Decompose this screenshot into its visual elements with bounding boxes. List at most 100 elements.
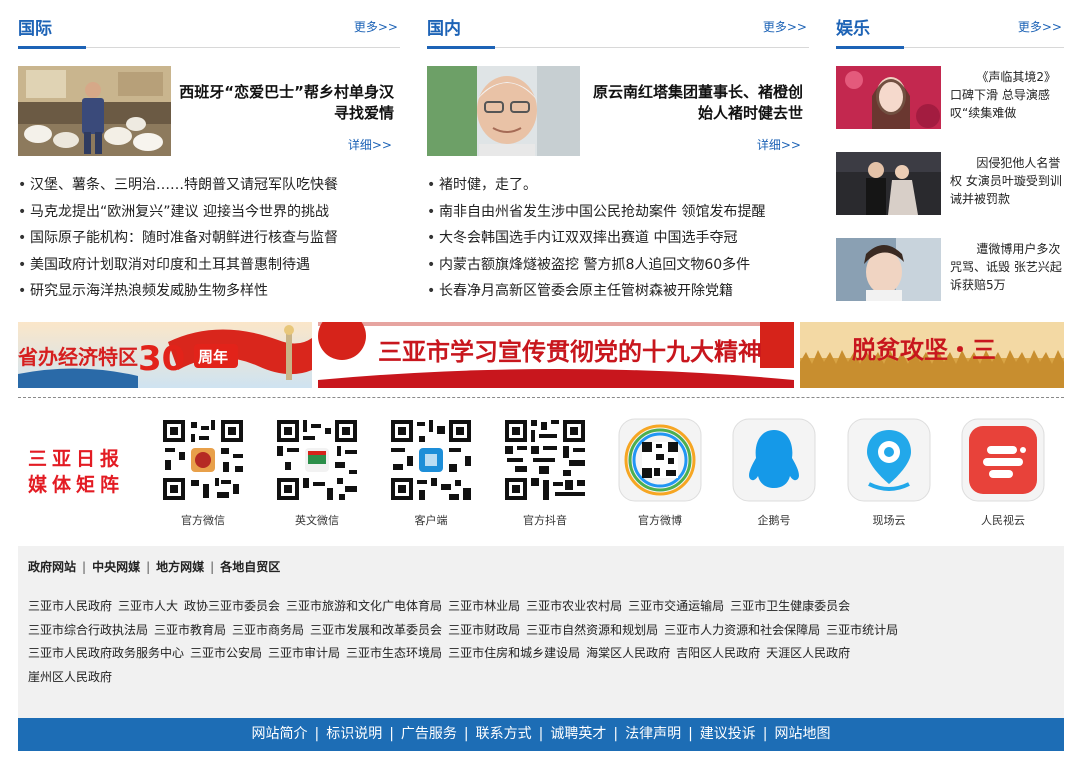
footer-link-feedback[interactable]: 建议投诉 <box>700 726 756 742</box>
banner-study-19th-congress[interactable]: 三亚市学习宣传贯彻党的十九大精神 <box>318 322 794 388</box>
list-item[interactable]: • 国际原子能机构：随时准备对朝鲜进行核查与监督 <box>18 225 400 252</box>
qr-code-icon <box>161 418 245 502</box>
media-item-weibo[interactable]: 官方微博 <box>617 418 703 528</box>
more-link[interactable]: 更多>> <box>354 18 398 35</box>
feature-headline[interactable]: 原云南红塔集团董事长、褚橙创始人褚时健去世 <box>587 82 803 124</box>
gov-link[interactable]: 海棠区人民政府 <box>586 646 670 660</box>
section-title-international[interactable]: 国际 <box>18 14 52 39</box>
detail-link[interactable]: 详细>> <box>348 136 392 153</box>
media-label: 官方微信 <box>181 514 225 527</box>
list-item[interactable]: • 南非自由州省发生涉中国公民抢劫案件 领馆发布提醒 <box>427 199 809 226</box>
links-row: 三亚市人民政府 三亚市人大 政协三亚市委员会 三亚市旅游和文化广电体育局 三亚市林业局三… <box>28 595 1048 619</box>
gov-link[interactable]: 三亚市住房和城乡建设局 <box>448 646 580 660</box>
separator: | <box>146 560 151 574</box>
gov-link[interactable]: 三亚市发展和改革委员会 <box>310 623 442 637</box>
links-row: 三亚市综合行政执法局 三亚市教育局 三亚市商务局 三亚市发展和改革委员会 三亚市财政局三… <box>28 619 1048 643</box>
section-title-entertainment[interactable]: 娱乐 <box>836 14 870 39</box>
list-item[interactable]: • 长春净月高新区管委会原主任管树森被开除党籍 <box>427 278 809 305</box>
section-header: 娱乐 更多>> <box>836 0 1064 49</box>
tab-central-media[interactable]: 中央网媒 <box>92 560 140 574</box>
footer-link-sitemap[interactable]: 网站地图 <box>775 726 831 742</box>
separator: | <box>688 726 693 742</box>
gov-link[interactable]: 崖州区人民政府 <box>28 670 112 684</box>
gov-link[interactable]: 三亚市统计局 <box>826 623 898 637</box>
footer-link-legal[interactable]: 法律声明 <box>625 726 681 742</box>
more-link[interactable]: 更多>> <box>763 18 807 35</box>
gov-link[interactable]: 三亚市生态环境局 <box>346 646 442 660</box>
gov-link[interactable]: 天涯区人民政府 <box>766 646 850 660</box>
list-item[interactable]: • 马克龙提出“欧洲复兴”建议 迎接当今世界的挑战 <box>18 199 400 226</box>
separator: | <box>613 726 619 742</box>
banner-sez-anniversary[interactable]: 省办经济特区 30 周年 <box>18 322 312 388</box>
separator: | <box>82 560 87 574</box>
gov-link[interactable]: 三亚市教育局 <box>154 623 226 637</box>
ent-headline[interactable]: 因侵犯他人名誉权 女演员叶璇受到训诫并被罚款 <box>950 154 1064 208</box>
media-item-penguin[interactable]: 企鹅号 <box>731 418 817 528</box>
qr-code-icon <box>503 418 587 502</box>
gov-link[interactable]: 三亚市人民政府政务服务中心 <box>28 646 184 660</box>
footer-link-logo-description[interactable]: 标识说明 <box>326 726 382 742</box>
media-item-english-wechat[interactable]: 英文微信 <box>274 418 360 528</box>
gov-link[interactable]: 三亚市人力资源和社会保障局 <box>664 623 820 637</box>
list-item[interactable]: • 汉堡、薯条、三明治……特朗普又请冠军队吃快餐 <box>18 172 400 199</box>
gov-link[interactable]: 三亚市卫生健康委员会 <box>730 599 850 613</box>
domestic-section: 国内 更多>> 原云南红塔集团董事长、褚橙创始人褚时健去世 详细>> • 褚时健，… <box>427 0 809 299</box>
media-item-people-video[interactable]: 人民视云 <box>960 418 1046 528</box>
tab-free-trade-zones[interactable]: 各地自贸区 <box>220 560 280 574</box>
people-video-icon <box>961 418 1045 502</box>
gov-link[interactable]: 三亚市旅游和文化广电体育局 <box>286 599 442 613</box>
tab-local-media[interactable]: 地方网媒 <box>156 560 204 574</box>
detail-link[interactable]: 详细>> <box>757 136 801 153</box>
gov-link[interactable]: 三亚市公安局 <box>190 646 262 660</box>
footer-link-about[interactable]: 网站简介 <box>251 726 307 742</box>
gov-link[interactable]: 三亚市自然资源和规划局 <box>526 623 658 637</box>
gov-link[interactable]: 三亚市人民政府 <box>28 599 112 613</box>
media-item-douyin[interactable]: 官方抖音 <box>502 418 588 528</box>
ent-headline[interactable]: 遭微博用户多次咒骂、诋毁 张艺兴起诉获赔5万 <box>950 240 1064 294</box>
list-item[interactable]: • 美国政府计划取消对印度和土耳其普惠制待遇 <box>18 252 400 279</box>
news-list: • 褚时健，走了。 • 南非自由州省发生涉中国公民抢劫案件 领馆发布提醒 • 大冬会韩… <box>427 172 809 305</box>
ent-photo[interactable] <box>836 238 941 301</box>
more-link[interactable]: 更多>> <box>1018 18 1062 35</box>
list-item[interactable]: • 大冬会韩国选手内讧双双摔出赛道 中国选手夺冠 <box>427 225 809 252</box>
gov-link[interactable]: 三亚市人大 <box>118 599 178 613</box>
media-item-live-cloud[interactable]: 现场云 <box>846 418 932 528</box>
gov-link[interactable]: 三亚市农业农村局 <box>526 599 622 613</box>
list-item[interactable]: • 研究显示海洋热浪频发威胁生物多样性 <box>18 278 400 305</box>
ent-item[interactable]: 《声临其境2》口碑下滑 总导演感叹“续集难做 <box>836 66 1064 134</box>
footer-link-contact[interactable]: 联系方式 <box>476 726 532 742</box>
gov-link[interactable]: 三亚市林业局 <box>448 599 520 613</box>
ent-headline[interactable]: 《声临其境2》口碑下滑 总导演感叹“续集难做 <box>950 68 1064 122</box>
gov-link[interactable]: 三亚市交通运输局 <box>628 599 724 613</box>
ent-photo[interactable] <box>836 152 941 215</box>
feature-photo-portrait[interactable] <box>427 66 580 156</box>
links-row: 崖州区人民政府 <box>28 666 1048 690</box>
separator: | <box>538 726 544 742</box>
ent-item[interactable]: 遭微博用户多次咒骂、诋毁 张艺兴起诉获赔5万 <box>836 238 1064 306</box>
banner-poverty-alleviation[interactable]: 脱贫攻坚・三 <box>800 322 1064 388</box>
gov-link[interactable]: 三亚市综合行政执法局 <box>28 623 148 637</box>
media-item-official-wechat[interactable]: 官方微信 <box>160 418 246 528</box>
feature-headline[interactable]: 西班牙“恋爱巴士”帮乡村单身汉寻找爱情 <box>178 82 394 124</box>
media-item-client-app[interactable]: 客户端 <box>388 418 474 528</box>
entertainment-section: 娱乐 更多>> 《声临其境2》口碑下滑 总导演感叹“续集难做 因侵犯他人名誉权 … <box>836 0 1064 301</box>
list-item[interactable]: • 内蒙古额旗烽燧被盗挖 警方抓8人追回文物60多件 <box>427 252 809 279</box>
footer-link-advertising[interactable]: 广告服务 <box>401 726 457 742</box>
ent-photo[interactable] <box>836 66 941 129</box>
gov-link[interactable]: 政协三亚市委员会 <box>184 599 280 613</box>
gov-link[interactable]: 三亚市财政局 <box>448 623 520 637</box>
ent-item[interactable]: 因侵犯他人名誉权 女演员叶璇受到训诫并被罚款 <box>836 152 1064 220</box>
gov-link[interactable]: 三亚市商务局 <box>232 623 304 637</box>
penguin-icon <box>732 418 816 502</box>
friendly-links: 政府网站 | 中央网媒 | 地方网媒 | 各地自贸区 三亚市人民政府 三亚市人大 政协三亚市委员… <box>18 546 1064 718</box>
feature-photo-goats[interactable] <box>18 66 171 156</box>
links-row: 三亚市人民政府政务服务中心 三亚市公安局 三亚市审计局 三亚市生态环境局 三亚市住房和城… <box>28 642 1048 666</box>
gov-link[interactable]: 吉阳区人民政府 <box>676 646 760 660</box>
tab-government-sites[interactable]: 政府网站 <box>28 560 76 574</box>
section-title-domestic[interactable]: 国内 <box>427 14 461 39</box>
banner1-text: 省办经济特区 <box>18 345 138 369</box>
banner2-text: 三亚市学习宣传贯彻党的十九大精神 <box>378 338 762 366</box>
list-item[interactable]: • 褚时健，走了。 <box>427 172 809 199</box>
footer-link-careers[interactable]: 诚聘英才 <box>550 726 606 742</box>
gov-link[interactable]: 三亚市审计局 <box>268 646 340 660</box>
